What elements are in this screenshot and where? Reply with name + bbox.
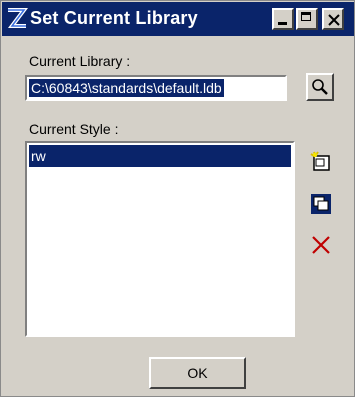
- current-library-field[interactable]: C:\60843\standards\default.ldb: [25, 75, 287, 101]
- browse-library-button[interactable]: [306, 73, 334, 101]
- magnifier-icon: [312, 79, 328, 95]
- minimize-icon[interactable]: [272, 8, 294, 30]
- copy-icon[interactable]: [310, 193, 332, 215]
- style-list[interactable]: rw: [25, 141, 295, 337]
- new-item-icon[interactable]: [310, 151, 332, 173]
- ok-button[interactable]: OK: [149, 357, 246, 389]
- close-icon[interactable]: [322, 8, 344, 30]
- current-library-value: C:\60843\standards\default.ldb: [29, 79, 224, 97]
- window-title: Set Current Library: [30, 8, 198, 28]
- current-library-label: Current Library :: [29, 53, 131, 69]
- delete-x-icon[interactable]: [310, 234, 332, 256]
- list-item[interactable]: rw: [29, 145, 291, 167]
- app-logo-icon: [6, 6, 28, 32]
- current-style-label: Current Style :: [29, 121, 119, 137]
- set-current-library-dialog: Set Current Library Current Library : C:…: [0, 0, 355, 397]
- maximize-icon[interactable]: [296, 8, 318, 30]
- title-bar[interactable]: Set Current Library: [2, 2, 354, 36]
